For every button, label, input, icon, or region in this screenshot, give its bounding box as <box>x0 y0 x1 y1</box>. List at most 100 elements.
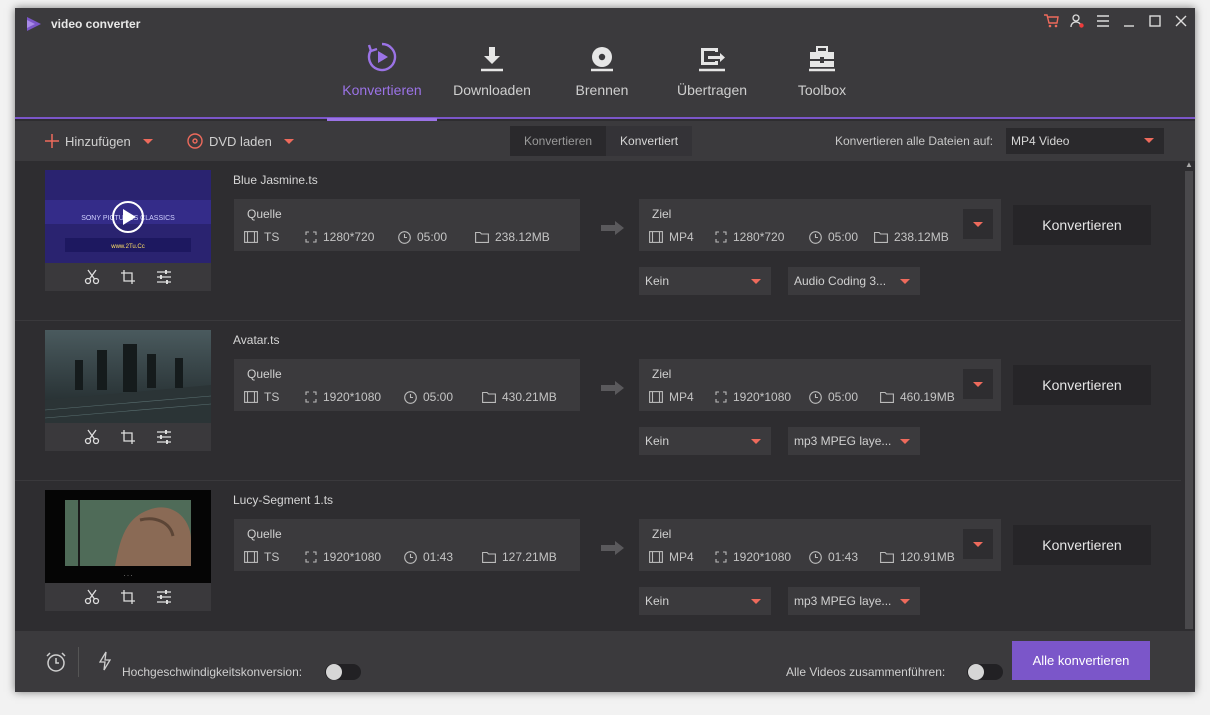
resolution-icon <box>715 551 727 563</box>
target-settings-dropdown[interactable] <box>963 529 993 559</box>
tab-downloaden[interactable]: Downloaden <box>437 34 547 119</box>
file-name: Avatar.ts <box>233 333 280 347</box>
load-dvd-button[interactable]: DVD laden <box>187 121 294 161</box>
chevron-down-icon <box>900 439 910 444</box>
svg-text:www.2Tu.Cc: www.2Tu.Cc <box>110 244 144 250</box>
scissors-icon[interactable] <box>84 589 100 605</box>
source-resolution: 1920*1080 <box>305 550 381 564</box>
target-title: Ziel <box>652 367 672 381</box>
resolution-icon <box>305 231 317 243</box>
minimize-icon[interactable] <box>1121 13 1137 29</box>
toolbox-icon <box>809 46 835 72</box>
top-bar: video converter Konvertieren Downloaden … <box>15 8 1195 121</box>
tab-brennen[interactable]: Brennen <box>547 34 657 119</box>
tab-label: Konvertieren <box>342 82 422 98</box>
source-resolution: 1280*720 <box>305 230 374 244</box>
clock-icon <box>398 230 411 244</box>
chevron-down-icon[interactable] <box>142 138 153 144</box>
cart-icon[interactable] <box>1043 13 1059 29</box>
status-segment: Konvertieren Konvertiert <box>510 126 693 156</box>
effects-icon[interactable] <box>156 589 172 605</box>
crop-icon[interactable] <box>120 589 136 605</box>
arrow-right-icon <box>601 541 624 555</box>
chevron-down-icon[interactable] <box>283 138 294 144</box>
effects-icon[interactable] <box>156 429 172 445</box>
add-files-button[interactable]: Hinzufügen <box>45 121 153 161</box>
audio-select[interactable]: mp3 MPEG laye... <box>788 427 920 455</box>
close-icon[interactable] <box>1173 13 1189 29</box>
scroll-up-icon[interactable]: ▲ <box>1184 161 1194 169</box>
crop-icon[interactable] <box>120 429 136 445</box>
video-thumbnail[interactable]: · · · <box>45 490 211 611</box>
file-name: Lucy-Segment 1.ts <box>233 493 334 507</box>
arrow-right-icon <box>601 381 624 395</box>
download-icon <box>481 47 503 72</box>
scrollbar-thumb[interactable] <box>1185 171 1193 629</box>
audio-value: mp3 MPEG laye... <box>794 594 892 608</box>
video-thumbnail[interactable] <box>45 330 211 451</box>
target-settings-dropdown[interactable] <box>963 209 993 239</box>
chevron-down-icon <box>751 279 761 284</box>
app-window: video converter Konvertieren Downloaden … <box>15 8 1195 692</box>
target-format: MP4 <box>649 550 694 564</box>
effects-icon[interactable] <box>156 269 172 285</box>
subtitle-select[interactable]: Kein <box>639 267 771 295</box>
user-icon[interactable] <box>1069 13 1085 29</box>
thumbnail-tools <box>45 423 211 451</box>
subtitle-select[interactable]: Kein <box>639 427 771 455</box>
film-icon <box>649 231 663 243</box>
target-size: 238.12MB <box>874 230 949 244</box>
subtitle-value: Kein <box>645 594 670 608</box>
target-format: MP4 <box>649 390 694 404</box>
tab-label: Übertragen <box>676 82 748 98</box>
crop-icon[interactable] <box>120 269 136 285</box>
target-resolution: 1920*1080 <box>715 390 791 404</box>
source-resolution: 1920*1080 <box>305 390 381 404</box>
output-format-select[interactable]: MP4 Video <box>1006 128 1164 154</box>
source-title: Quelle <box>247 527 282 541</box>
source-format: TS <box>244 230 279 244</box>
audio-select[interactable]: Audio Coding 3... <box>788 267 920 295</box>
file-list: SONY PICTURES CLASSICS www.2Tu.Cc Blue Ja… <box>15 161 1181 641</box>
scissors-icon[interactable] <box>84 429 100 445</box>
video-thumbnail[interactable]: SONY PICTURES CLASSICS www.2Tu.Cc <box>45 170 211 291</box>
svg-text:· · ·: · · · <box>123 573 132 579</box>
load-dvd-label: DVD laden <box>209 133 272 149</box>
resolution-icon <box>305 391 317 403</box>
plus-icon <box>45 134 59 148</box>
alarm-clock-icon[interactable] <box>45 651 67 673</box>
tab-label: Toolbox <box>797 82 847 98</box>
clock-icon <box>809 550 822 564</box>
film-icon <box>649 391 663 403</box>
source-info: Quelle TS 1280*720 05:00 238.12MB <box>234 199 580 251</box>
source-size: 430.21MB <box>482 390 557 404</box>
tab-toolbox[interactable]: Toolbox <box>767 34 877 119</box>
tab-converted[interactable]: Konvertiert <box>606 126 693 156</box>
target-settings-dropdown[interactable] <box>963 369 993 399</box>
menu-icon[interactable] <box>1095 13 1111 29</box>
tab-converting[interactable]: Konvertieren <box>510 126 607 156</box>
output-format-label: Konvertieren alle Dateien auf: <box>835 134 994 148</box>
audio-select[interactable]: mp3 MPEG laye... <box>788 587 920 615</box>
convert-button[interactable]: Konvertieren <box>1013 205 1151 245</box>
folder-icon <box>874 231 888 243</box>
scissors-icon[interactable] <box>84 269 100 285</box>
chevron-down-icon <box>900 279 910 284</box>
chevron-down-icon <box>973 381 983 387</box>
convert-button[interactable]: Konvertieren <box>1013 365 1151 405</box>
folder-icon <box>475 231 489 243</box>
thumbnail-tools <box>45 263 211 291</box>
tab-uebertragen[interactable]: Übertragen <box>657 34 767 119</box>
target-resolution: 1280*720 <box>715 230 784 244</box>
scrollbar[interactable]: ▲ <box>1183 161 1195 631</box>
merge-toggle[interactable] <box>967 664 1003 680</box>
tab-konvertieren[interactable]: Konvertieren <box>327 34 437 121</box>
subtitle-select[interactable]: Kein <box>639 587 771 615</box>
app-logo: video converter <box>25 16 140 32</box>
convert-button[interactable]: Konvertieren <box>1013 525 1151 565</box>
convert-icon <box>367 42 397 72</box>
maximize-icon[interactable] <box>1147 13 1163 29</box>
clock-icon <box>809 230 822 244</box>
convert-all-button[interactable]: Alle konvertieren <box>1012 641 1150 680</box>
highspeed-toggle[interactable] <box>325 664 361 680</box>
